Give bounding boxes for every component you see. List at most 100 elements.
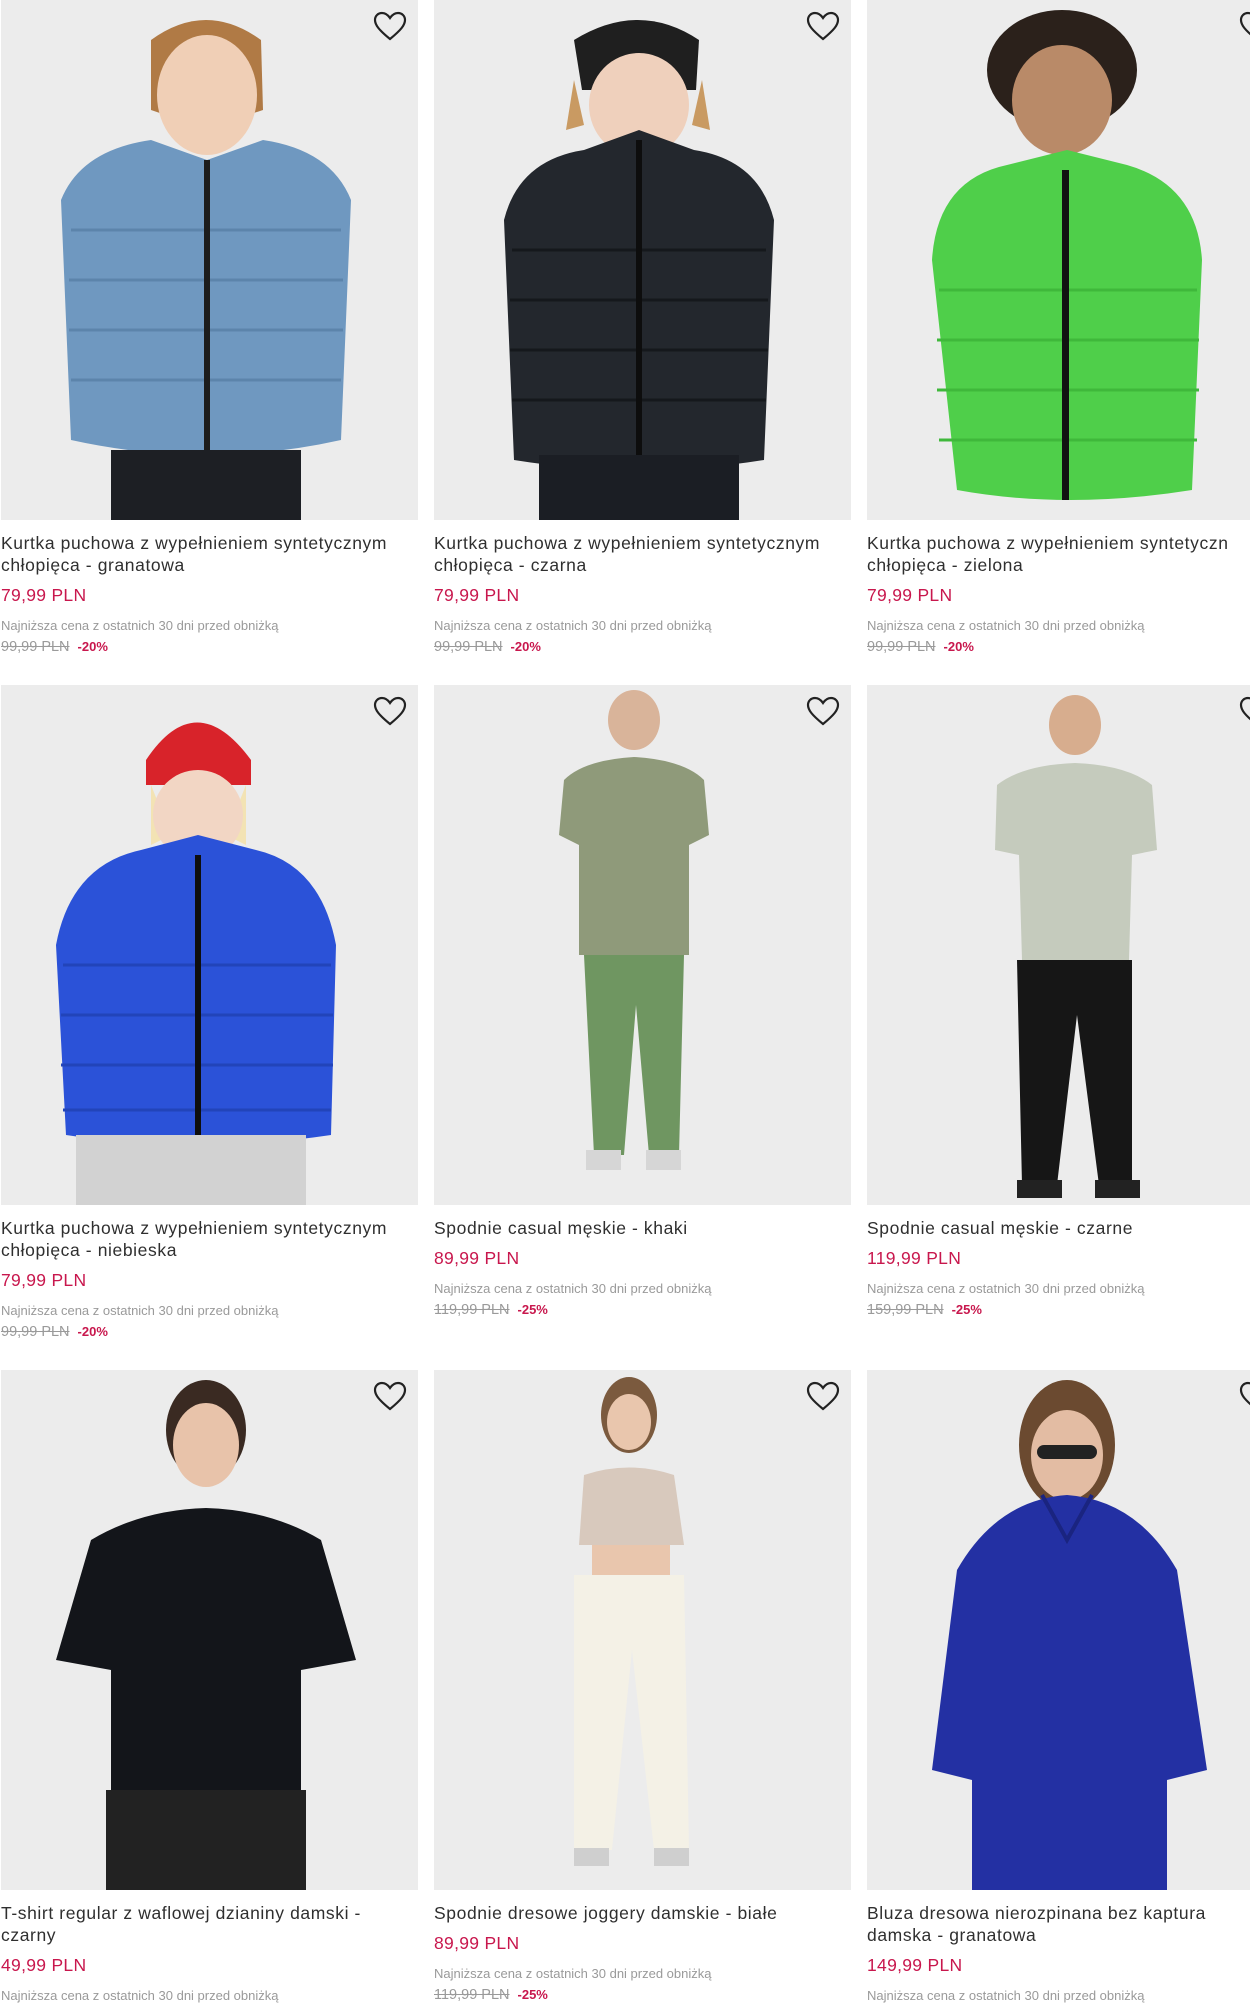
product-card[interactable]: T-shirt regular z waflowej dzianiny dams… — [1, 1370, 418, 2014]
product-info: Bluza dresowa nierozpinana bez kaptura d… — [867, 1902, 1250, 2004]
product-info: Kurtka puchowa z wypełnieniem syntetyczn… — [1, 1217, 418, 1341]
product-price: 149,99 PLN — [867, 1955, 963, 1975]
old-price: 99,99 PLN — [434, 639, 503, 655]
product-title[interactable]: Bluza dresowa nierozpinana bez kaptura d… — [867, 1902, 1250, 1946]
product-image[interactable] — [867, 685, 1250, 1205]
discount-badge: -20% — [77, 1324, 108, 1339]
product-info: Kurtka puchowa z wypełnieniem syntetyczn… — [434, 532, 851, 656]
product-photo-blue-jacket-boy — [1, 0, 418, 520]
heart-outline-icon — [1239, 696, 1250, 721]
product-info: Spodnie casual męskie - khaki 89,99 PLN … — [434, 1217, 851, 1319]
old-price: 99,99 PLN — [1, 1324, 70, 1340]
heart-outline-icon — [373, 696, 407, 726]
product-card[interactable]: Kurtka puchowa z wypełnieniem syntetyczn… — [1, 0, 418, 685]
add-to-favorites-button[interactable] — [372, 695, 408, 727]
product-title[interactable]: T-shirt regular z waflowej dzianiny dams… — [1, 1902, 418, 1946]
product-info: Spodnie dresowe joggery damskie - białe … — [434, 1902, 851, 2004]
product-info: Kurtka puchowa z wypełnieniem syntetyczn… — [867, 532, 1250, 656]
product-price: 79,99 PLN — [1, 1270, 87, 1290]
add-to-favorites-button[interactable] — [1238, 10, 1250, 42]
old-price: 99,99 PLN — [867, 639, 936, 655]
add-to-favorites-button[interactable] — [805, 1380, 841, 1412]
product-title[interactable]: Kurtka puchowa z wypełnieniem syntetyczn… — [867, 532, 1250, 576]
add-to-favorites-button[interactable] — [1238, 695, 1250, 727]
product-info: Kurtka puchowa z wypełnieniem syntetyczn… — [1, 532, 418, 656]
product-photo-white-joggers-woman — [434, 1370, 851, 1890]
product-card[interactable]: Spodnie dresowe joggery damskie - białe … — [434, 1370, 851, 2014]
heart-outline-icon — [806, 696, 840, 726]
product-photo-black-pants-man — [867, 685, 1250, 1205]
old-price-row: 119,99 PLN -25% — [434, 1986, 851, 2004]
add-to-favorites-button[interactable] — [372, 1380, 408, 1412]
lowest-price-label: Najniższa cena z ostatnich 30 dni przed … — [1, 1988, 279, 2003]
product-title[interactable]: Kurtka puchowa z wypełnieniem syntetyczn… — [1, 1217, 418, 1261]
old-price: 159,99 PLN — [867, 1302, 944, 1318]
old-price: 99,99 PLN — [1, 639, 70, 655]
product-card[interactable]: Kurtka puchowa z wypełnieniem syntetyczn… — [434, 0, 851, 685]
product-card[interactable]: Spodnie casual męskie - khaki 89,99 PLN … — [434, 685, 851, 1370]
product-price: 79,99 PLN — [867, 585, 953, 605]
product-title[interactable]: Kurtka puchowa z wypełnieniem syntetyczn… — [1, 532, 418, 576]
product-price: 89,99 PLN — [434, 1248, 520, 1268]
product-grid: Kurtka puchowa z wypełnieniem syntetyczn… — [0, 0, 1250, 2014]
product-photo-black-tshirt-woman — [1, 1370, 418, 1890]
product-image[interactable] — [1, 1370, 418, 1890]
product-photo-black-jacket-boy — [434, 0, 851, 520]
product-photo-blue-jacket-red-beanie — [1, 685, 418, 1205]
add-to-favorites-button[interactable] — [805, 695, 841, 727]
discount-badge: -25% — [951, 1302, 982, 1317]
product-info: T-shirt regular z waflowej dzianiny dams… — [1, 1902, 418, 2004]
product-image[interactable] — [434, 0, 851, 520]
lowest-price-label: Najniższa cena z ostatnich 30 dni przed … — [867, 1988, 1145, 2003]
product-price: 49,99 PLN — [1, 1955, 87, 1975]
lowest-price-label: Najniższa cena z ostatnich 30 dni przed … — [867, 1281, 1145, 1296]
product-price: 89,99 PLN — [434, 1933, 520, 1953]
add-to-favorites-button[interactable] — [805, 10, 841, 42]
product-card[interactable]: Spodnie casual męskie - czarne 119,99 PL… — [867, 685, 1250, 1370]
product-title[interactable]: Spodnie casual męskie - czarne — [867, 1217, 1250, 1239]
product-price: 79,99 PLN — [1, 585, 87, 605]
product-photo-navy-sweatshirt-woman — [867, 1370, 1250, 1890]
heart-outline-icon — [373, 1381, 407, 1411]
heart-outline-icon — [806, 11, 840, 41]
old-price-row: 99,99 PLN -20% — [867, 638, 1250, 656]
product-image[interactable] — [867, 0, 1250, 520]
product-price: 79,99 PLN — [434, 585, 520, 605]
product-photo-green-jacket-boy — [867, 0, 1250, 520]
product-card[interactable]: Kurtka puchowa z wypełnieniem syntetyczn… — [1, 685, 418, 1370]
old-price: 119,99 PLN — [434, 1987, 510, 2003]
old-price-row: 159,99 PLN -25% — [867, 1301, 1250, 1319]
lowest-price-label: Najniższa cena z ostatnich 30 dni przed … — [1, 1303, 279, 1318]
discount-badge: -20% — [77, 639, 108, 654]
product-card[interactable]: Kurtka puchowa z wypełnieniem syntetyczn… — [867, 0, 1250, 685]
product-title[interactable]: Spodnie dresowe joggery damskie - białe — [434, 1902, 851, 1924]
heart-outline-icon — [373, 11, 407, 41]
discount-badge: -20% — [943, 639, 974, 654]
add-to-favorites-button[interactable] — [372, 10, 408, 42]
heart-outline-icon — [1239, 1381, 1250, 1406]
product-image[interactable] — [434, 1370, 851, 1890]
product-image[interactable] — [1, 685, 418, 1205]
product-title[interactable]: Kurtka puchowa z wypełnieniem syntetyczn… — [434, 532, 851, 576]
product-card[interactable]: Bluza dresowa nierozpinana bez kaptura d… — [867, 1370, 1250, 2014]
old-price-row: 99,99 PLN -20% — [434, 638, 851, 656]
lowest-price-label: Najniższa cena z ostatnich 30 dni przed … — [867, 618, 1145, 633]
product-image[interactable] — [434, 685, 851, 1205]
product-photo-khaki-pants-man — [434, 685, 851, 1205]
product-info: Spodnie casual męskie - czarne 119,99 PL… — [867, 1217, 1250, 1319]
product-image[interactable] — [867, 1370, 1250, 1890]
old-price-row: 99,99 PLN -20% — [1, 1323, 418, 1341]
heart-outline-icon — [806, 1381, 840, 1411]
discount-badge: -20% — [510, 639, 541, 654]
product-image[interactable] — [1, 0, 418, 520]
discount-badge: -25% — [517, 1987, 548, 2002]
lowest-price-label: Najniższa cena z ostatnich 30 dni przed … — [434, 1966, 712, 1981]
old-price-row: 99,99 PLN -20% — [1, 638, 418, 656]
add-to-favorites-button[interactable] — [1238, 1380, 1250, 1412]
lowest-price-label: Najniższa cena z ostatnich 30 dni przed … — [434, 618, 712, 633]
product-title[interactable]: Spodnie casual męskie - khaki — [434, 1217, 851, 1239]
old-price: 119,99 PLN — [434, 1302, 510, 1318]
product-price: 119,99 PLN — [867, 1248, 962, 1268]
old-price-row: 119,99 PLN -25% — [434, 1301, 851, 1319]
lowest-price-label: Najniższa cena z ostatnich 30 dni przed … — [1, 618, 279, 633]
